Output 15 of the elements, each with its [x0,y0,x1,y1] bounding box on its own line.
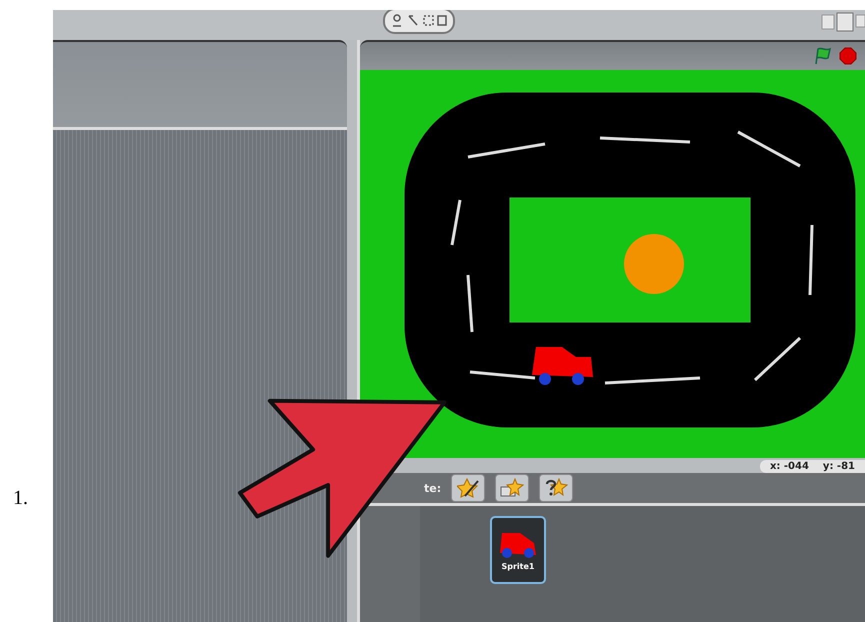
list-number: 1. [13,487,28,510]
cursor-tool-group[interactable] [383,10,455,34]
car-sprite-drawing [532,347,593,385]
x-coordinate: x: -044 [770,461,809,472]
flag-icon[interactable] [813,47,833,65]
sprite-label: te: [424,482,442,494]
circle-drawing [624,234,684,294]
sprite-name: Sprite1 [502,562,534,571]
stage-layout-icon[interactable] [821,12,865,32]
paint-sprite-button[interactable] [451,474,486,502]
stop-icon[interactable] [839,47,857,65]
y-coordinate: y: -81 [822,461,855,472]
random-sprite-button[interactable] [539,474,574,502]
folder-star-button[interactable] [495,474,530,502]
sprite-thumbnail[interactable]: Sprite1 [490,516,546,584]
